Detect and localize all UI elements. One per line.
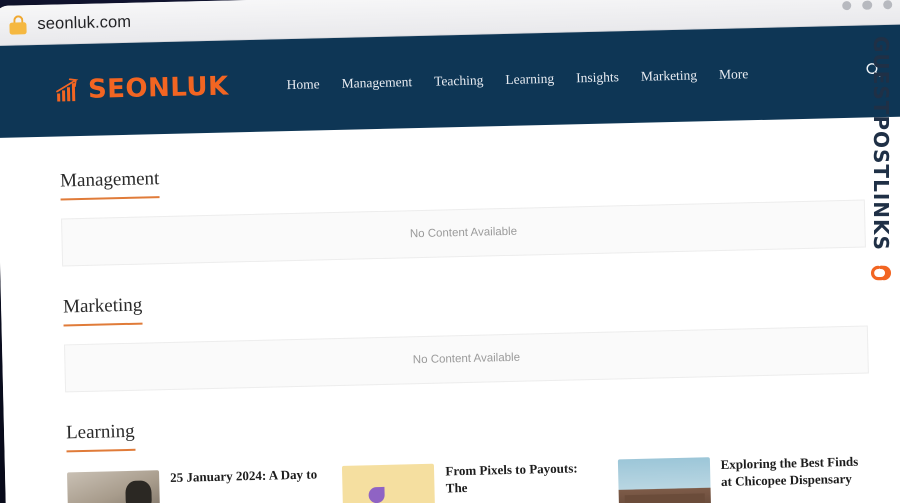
article-card[interactable]: Exploring the Best Finds at Chicopee Dis… (617, 453, 873, 503)
url-text[interactable]: seonluk.com (37, 13, 131, 34)
article-thumbnail (342, 463, 436, 503)
nav-item-more[interactable]: More (719, 66, 749, 83)
empty-panel-marketing: No Content Available (63, 325, 869, 393)
site-logo-text: SEONLUK (87, 71, 230, 105)
section-title-management: Management (59, 168, 160, 201)
section-title-learning: Learning (65, 420, 136, 453)
close-dot[interactable] (882, 0, 893, 10)
nav-item-learning[interactable]: Learning (505, 71, 554, 88)
window-controls[interactable] (841, 0, 893, 11)
article-thumbnail (67, 470, 161, 503)
search-button[interactable] (859, 58, 886, 85)
maximize-dot[interactable] (862, 0, 872, 10)
article-card[interactable]: 25 January 2024: A Day to (67, 466, 322, 503)
article-title[interactable]: From Pixels to Payouts: The (445, 460, 597, 503)
article-title[interactable]: Exploring the Best Finds at Chicopee Dis… (720, 453, 872, 503)
section-marketing: Marketing No Content Available (62, 278, 869, 393)
page-content: Management No Content Available Marketin… (0, 116, 900, 503)
nav-item-marketing[interactable]: Marketing (641, 67, 698, 84)
browser-window: seonluk.com SEONLUK Home Management Teac… (0, 0, 900, 503)
site-logo[interactable]: SEONLUK (56, 71, 229, 105)
nav-item-insights[interactable]: Insights (576, 69, 619, 86)
nav-item-home[interactable]: Home (287, 76, 320, 93)
minimize-dot[interactable] (841, 0, 852, 11)
nav-item-management[interactable]: Management (341, 74, 412, 92)
nav-item-teaching[interactable]: Teaching (434, 72, 484, 89)
empty-panel-management: No Content Available (61, 199, 866, 267)
section-learning: Learning 25 January 2024: A Day to From … (65, 403, 872, 503)
article-card[interactable]: From Pixels to Payouts: The (342, 460, 597, 503)
section-title-marketing: Marketing (62, 294, 143, 327)
article-title[interactable]: 25 January 2024: A Day to (170, 467, 318, 503)
section-management: Management No Content Available (59, 152, 866, 267)
main-navigation: Home Management Teaching Learning Insigh… (287, 66, 749, 93)
search-icon (864, 61, 881, 81)
empty-message-marketing: No Content Available (412, 351, 521, 367)
lock-icon (8, 15, 27, 35)
bar-chart-growth-icon (56, 78, 87, 103)
empty-message-management: No Content Available (409, 225, 518, 241)
article-card-list: 25 January 2024: A Day to From Pixels to… (67, 453, 872, 503)
article-thumbnail (617, 457, 711, 503)
